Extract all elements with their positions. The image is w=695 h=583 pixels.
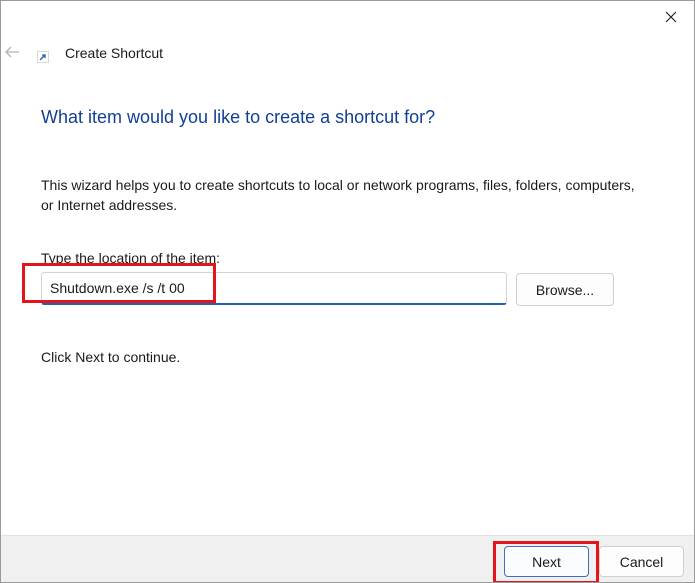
arrow-left-icon [5,46,19,58]
close-button[interactable] [648,1,694,33]
wizard-description: This wizard helps you to create shortcut… [41,177,635,213]
page-heading: What item would you like to create a sho… [41,107,436,127]
browse-button[interactable]: Browse... [516,273,614,306]
close-icon [665,11,677,23]
cancel-button[interactable]: Cancel [599,546,684,577]
next-button[interactable]: Next [504,546,589,577]
window-title: Create Shortcut [65,45,164,61]
dialog-footer [1,535,694,582]
shortcut-icon [37,51,49,63]
continue-instruction: Click Next to continue. [41,349,181,365]
create-shortcut-dialog: Create Shortcut What item would you like… [0,0,695,583]
location-input[interactable] [41,272,507,305]
back-button[interactable] [1,41,23,63]
location-label: Type the location of the item: [41,250,220,266]
